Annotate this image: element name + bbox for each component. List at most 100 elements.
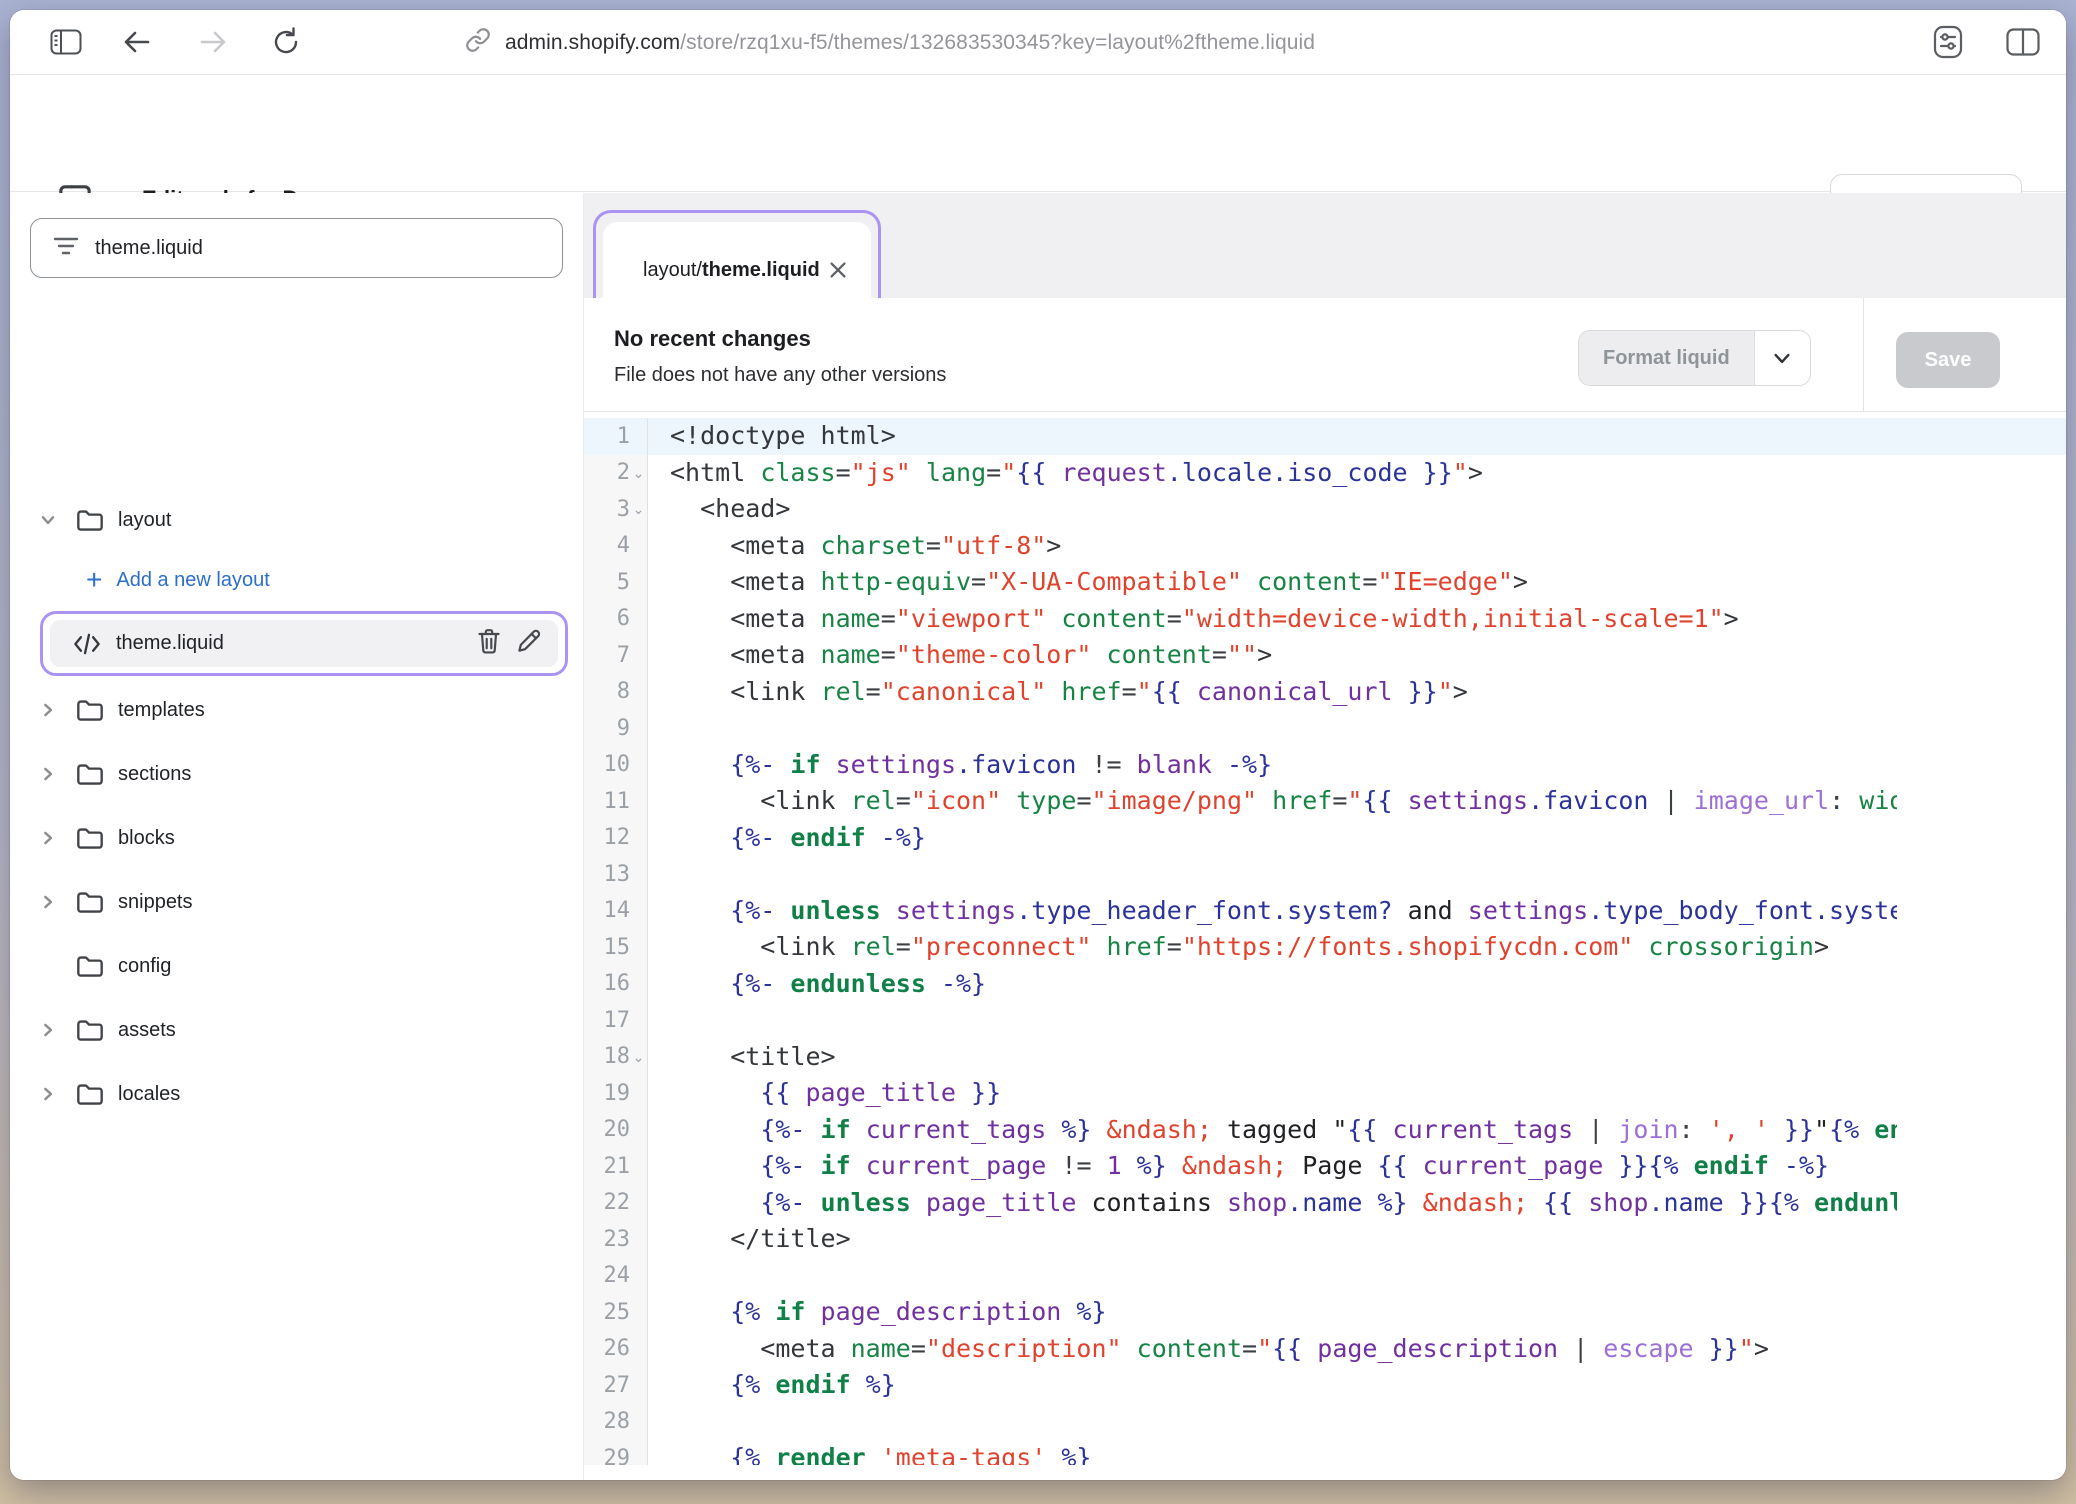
line-number: 22 (584, 1190, 630, 1215)
sidebar-folder-locales[interactable]: locales (10, 1062, 584, 1126)
folder-label: config (118, 955, 171, 978)
code-line: 24 (584, 1258, 2066, 1295)
sidebar-folder-assets[interactable]: assets (10, 998, 584, 1062)
code-line: 20 {%- if current_tags %} &ndash; tagged… (584, 1112, 2066, 1149)
code-line: 2⌄<html class="js" lang="{{ request.loca… (584, 455, 2066, 492)
code-line: 28 (584, 1404, 2066, 1441)
code-rows: 1<!doctype html>2⌄<html class="js" lang=… (584, 418, 2066, 1465)
line-number: 13 (584, 862, 630, 887)
line-number: 18 (584, 1044, 630, 1069)
code-line: 11 <link rel="icon" type="image/png" hre… (584, 783, 2066, 820)
split-view-icon[interactable] (2006, 28, 2040, 56)
sidebar-folder-blocks[interactable]: blocks (10, 806, 584, 870)
folder-label: assets (118, 1019, 176, 1042)
app-header: Edit code for Dawn Preview store (10, 76, 2066, 192)
file-sidebar: theme.liquid layout + Add a new layout (10, 193, 584, 1480)
code-line: 13 (584, 856, 2066, 893)
line-number: 19 (584, 1081, 630, 1106)
code-line: 12 {%- endif -%} (584, 820, 2066, 857)
format-options-button[interactable] (1754, 331, 1810, 385)
code-line: 15 <link rel="preconnect" href="https://… (584, 929, 2066, 966)
line-number: 21 (584, 1154, 630, 1179)
chevron-right-icon[interactable] (38, 1086, 58, 1102)
line-number: 20 (584, 1117, 630, 1142)
line-number: 26 (584, 1336, 630, 1361)
code-editor[interactable]: 1<!doctype html>2⌄<html class="js" lang=… (584, 412, 2066, 1465)
reload-icon[interactable] (270, 26, 302, 58)
line-number: 11 (584, 789, 630, 814)
code-line: 16 {%- endunless -%} (584, 966, 2066, 1003)
code-line: 29 {% render 'meta-tags' %} (584, 1440, 2066, 1465)
line-number: 7 (584, 643, 630, 668)
search-value: theme.liquid (95, 237, 203, 260)
fold-toggle-icon[interactable]: ⌄ (630, 455, 647, 492)
chevron-down-icon (1774, 353, 1790, 364)
add-new-layout-link[interactable]: + Add a new layout (10, 548, 584, 612)
code-line: 21 {%- if current_page != 1 %} &ndash; P… (584, 1148, 2066, 1185)
sidebar-toggle-icon[interactable] (50, 29, 82, 55)
folder-icon (76, 698, 104, 722)
code-line: 3⌄ <head> (584, 491, 2066, 528)
line-number: 15 (584, 935, 630, 960)
code-line: 5 <meta http-equiv="X-UA-Compatible" con… (584, 564, 2066, 601)
code-line: 19 {{ page_title }} (584, 1075, 2066, 1112)
sidebar-folder-config[interactable]: config (10, 934, 584, 998)
chevron-right-icon[interactable] (38, 894, 58, 910)
line-number: 3 (584, 497, 630, 522)
format-liquid-button[interactable]: Format liquid (1579, 331, 1754, 385)
line-number: 27 (584, 1373, 630, 1398)
tab-label: layout/theme.liquid (643, 259, 820, 282)
line-number: 9 (584, 716, 630, 741)
code-line: 26 <meta name="description" content="{{ … (584, 1331, 2066, 1368)
code-line: 8 <link rel="canonical" href="{{ canonic… (584, 674, 2066, 711)
code-line: 22 {%- unless page_title contains shop.n… (584, 1185, 2066, 1222)
url-field[interactable]: admin.shopify.com/store/rzq1xu-f5/themes… (505, 31, 1315, 55)
add-layout-label: Add a new layout (116, 569, 269, 592)
status-subtitle: File does not have any other versions (614, 364, 946, 387)
chevron-right-icon[interactable] (38, 766, 58, 782)
toolbar-divider (1863, 298, 1864, 412)
delete-file-icon[interactable] (476, 627, 502, 660)
line-number: 4 (584, 533, 630, 558)
sidebar-folder-templates[interactable]: templates (10, 678, 584, 742)
sidebar-folder-sections[interactable]: sections (10, 742, 584, 806)
line-number: 12 (584, 825, 630, 850)
sidebar-file-theme-liquid[interactable]: theme.liquid (50, 620, 558, 667)
status-title: No recent changes (614, 326, 811, 352)
file-search-input[interactable]: theme.liquid (30, 218, 563, 278)
line-number: 6 (584, 606, 630, 631)
folder-label: sections (118, 763, 191, 786)
sidebar-folder-snippets[interactable]: snippets (10, 870, 584, 934)
chevron-right-icon[interactable] (38, 1022, 58, 1038)
code-line: 18⌄ <title> (584, 1039, 2066, 1076)
chevron-right-icon[interactable] (38, 830, 58, 846)
chevron-right-icon[interactable] (38, 702, 58, 718)
fold-toggle-icon[interactable]: ⌄ (630, 1039, 647, 1076)
code-line: 9 (584, 710, 2066, 747)
line-number: 25 (584, 1300, 630, 1325)
code-line: 25 {% if page_description %} (584, 1294, 2066, 1331)
url-path: /store/rzq1xu-f5/themes/132683530345?key… (680, 31, 1315, 54)
folder-label: blocks (118, 827, 175, 850)
folder-icon (76, 762, 104, 786)
folder-icon (76, 1082, 104, 1106)
code-line: 10 {%- if settings.favicon != blank -%} (584, 747, 2066, 784)
page-settings-icon[interactable] (1928, 25, 1968, 59)
rename-file-icon[interactable] (516, 628, 542, 659)
folder-icon (76, 890, 104, 914)
link-icon (465, 27, 491, 58)
save-button[interactable]: Save (1896, 332, 2000, 388)
fold-toggle-icon[interactable]: ⌄ (630, 491, 647, 528)
line-number: 8 (584, 679, 630, 704)
editor-status-band: No recent changes File does not have any… (584, 298, 2066, 412)
folder-label: snippets (118, 891, 193, 914)
line-number: 23 (584, 1227, 630, 1252)
sidebar-folder-layout[interactable]: layout (10, 488, 584, 552)
back-icon[interactable] (122, 28, 152, 56)
chevron-down-icon[interactable] (38, 512, 58, 528)
line-number: 28 (584, 1409, 630, 1434)
folder-icon (76, 1018, 104, 1042)
close-tab-icon[interactable] (829, 261, 847, 279)
folder-icon (76, 826, 104, 850)
filter-icon (53, 236, 79, 261)
